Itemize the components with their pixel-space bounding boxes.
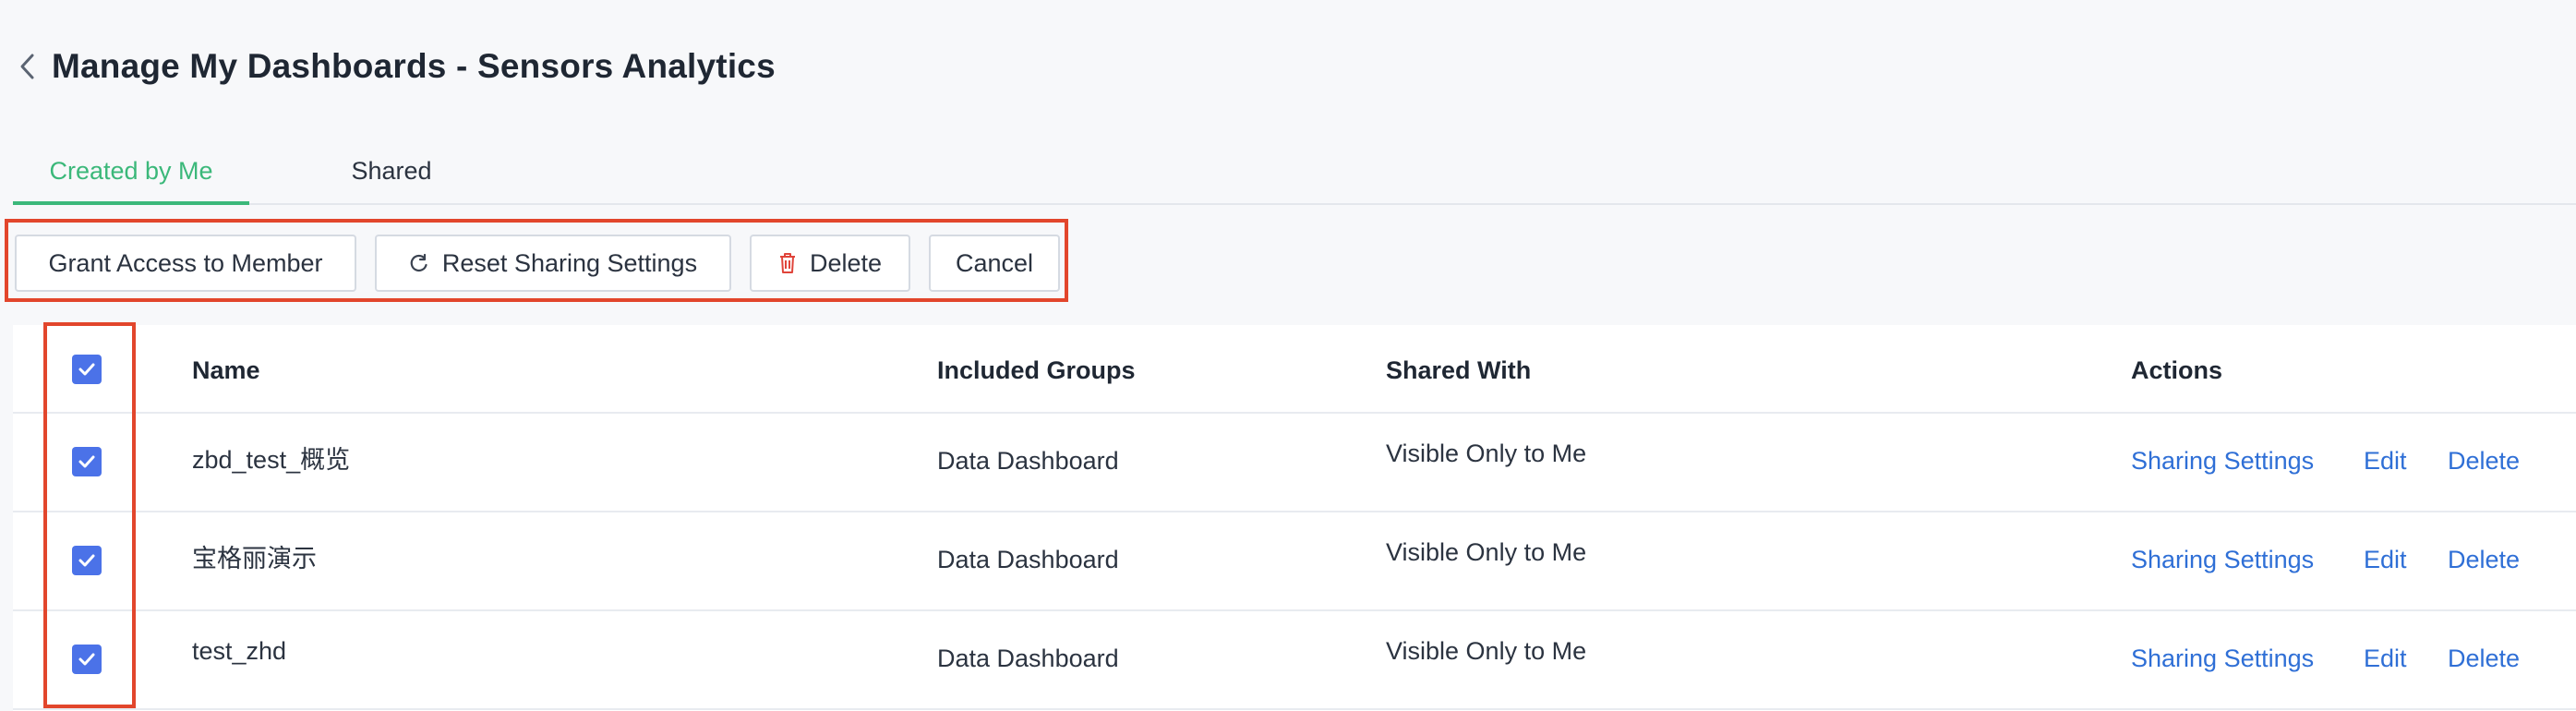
table-header-row: Name Included Groups Shared With Actions	[13, 325, 2576, 414]
table-row: 宝格丽演示 Data Dashboard Visible Only to Me …	[13, 511, 2576, 611]
delete-link[interactable]: Delete	[2448, 447, 2520, 476]
page-title: Manage My Dashboards - Sensors Analytics	[52, 47, 776, 85]
row-shared-with: Visible Only to Me	[1386, 538, 1587, 566]
row-checkbox[interactable]	[72, 447, 102, 476]
row-name: zbd_test_概览	[192, 446, 351, 474]
grant-access-button[interactable]: Grant Access to Member	[15, 235, 356, 292]
cancel-button[interactable]: Cancel	[929, 235, 1060, 292]
refresh-icon	[409, 253, 429, 273]
chevron-left-icon[interactable]	[13, 48, 41, 85]
edit-link[interactable]: Edit	[2364, 546, 2407, 574]
row-checkbox[interactable]	[72, 645, 102, 674]
delete-label: Delete	[809, 248, 883, 277]
header-shared-with: Shared With	[1386, 356, 1532, 384]
row-included-groups: Data Dashboard	[937, 546, 1119, 573]
edit-link[interactable]: Edit	[2364, 645, 2407, 673]
checkmark-icon	[78, 653, 95, 666]
sharing-settings-link[interactable]: Sharing Settings	[2131, 645, 2314, 673]
row-checkbox[interactable]	[72, 546, 102, 575]
row-shared-with: Visible Only to Me	[1386, 637, 1587, 665]
row-name: test_zhd	[192, 637, 287, 665]
row-included-groups: Data Dashboard	[937, 447, 1119, 475]
delete-link[interactable]: Delete	[2448, 645, 2520, 673]
row-shared-with: Visible Only to Me	[1386, 440, 1587, 467]
checkmark-icon	[78, 455, 95, 468]
checkmark-icon	[78, 554, 95, 567]
tab-created-by-me[interactable]: Created by Me	[13, 139, 249, 205]
reset-sharing-label: Reset Sharing Settings	[441, 248, 698, 277]
row-name: 宝格丽演示	[192, 545, 317, 572]
edit-link[interactable]: Edit	[2364, 447, 2407, 476]
reset-sharing-button[interactable]: Reset Sharing Settings	[375, 235, 731, 292]
table-row: test_zhd Data Dashboard Visible Only to …	[13, 609, 2576, 710]
header-actions: Actions	[2131, 356, 2223, 384]
cancel-label: Cancel	[955, 248, 1034, 277]
page-header: Manage My Dashboards - Sensors Analytics	[13, 39, 776, 94]
sharing-settings-link[interactable]: Sharing Settings	[2131, 447, 2314, 476]
row-included-groups: Data Dashboard	[937, 645, 1119, 672]
checkmark-icon	[78, 363, 95, 376]
tab-bar: Created by Me Shared	[13, 139, 2576, 205]
delete-button[interactable]: Delete	[750, 235, 910, 292]
header-name: Name	[192, 356, 260, 384]
delete-link[interactable]: Delete	[2448, 546, 2520, 574]
tab-shared[interactable]: Shared	[327, 139, 456, 203]
dashboards-table: Name Included Groups Shared With Actions…	[13, 325, 2576, 711]
select-all-checkbox[interactable]	[72, 355, 102, 384]
grant-access-label: Grant Access to Member	[48, 248, 323, 277]
header-included-groups: Included Groups	[937, 356, 1136, 384]
table-row: zbd_test_概览 Data Dashboard Visible Only …	[13, 412, 2576, 512]
trash-icon	[778, 252, 797, 274]
sharing-settings-link[interactable]: Sharing Settings	[2131, 546, 2314, 574]
